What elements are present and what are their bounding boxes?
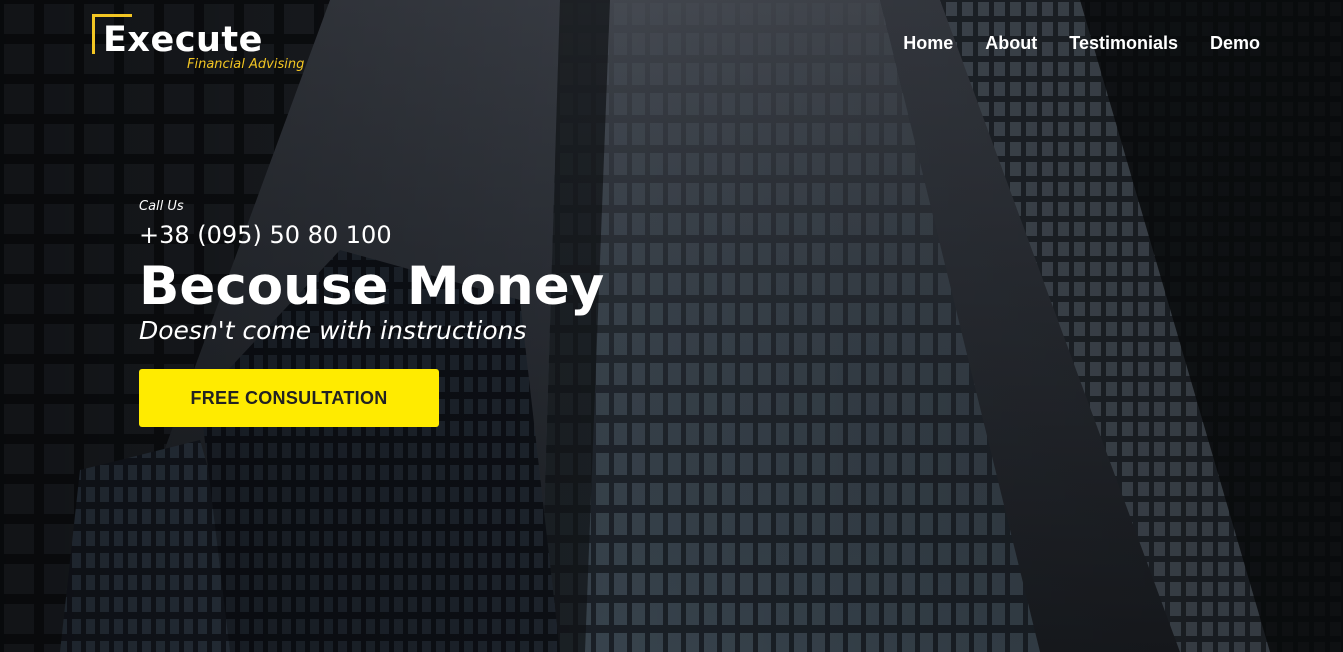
brand-logo[interactable]: Execute Financial Advising — [92, 14, 322, 78]
hero-section: Execute Financial Advising Home About Te… — [0, 0, 1343, 652]
call-us-label: Call Us — [139, 199, 184, 214]
brand-name: Execute — [103, 20, 263, 60]
nav-item-testimonials[interactable]: Testimonials — [1069, 32, 1178, 54]
hero-subheadline: Doesn't come with instructions — [139, 316, 527, 345]
nav-item-demo[interactable]: Demo — [1210, 32, 1260, 54]
nav-item-home[interactable]: Home — [903, 32, 953, 54]
hero-headline: Becouse Money — [139, 256, 605, 317]
brand-tagline: Financial Advising — [187, 57, 305, 72]
hero-content: Call Us +38 (095) 50 80 100 Becouse Mone… — [139, 198, 699, 427]
free-consultation-button[interactable]: FREE CONSULTATION — [139, 369, 439, 427]
main-nav: Home About Testimonials Demo — [903, 32, 1260, 54]
phone-number[interactable]: +38 (095) 50 80 100 — [139, 219, 699, 251]
nav-item-about[interactable]: About — [985, 32, 1037, 54]
